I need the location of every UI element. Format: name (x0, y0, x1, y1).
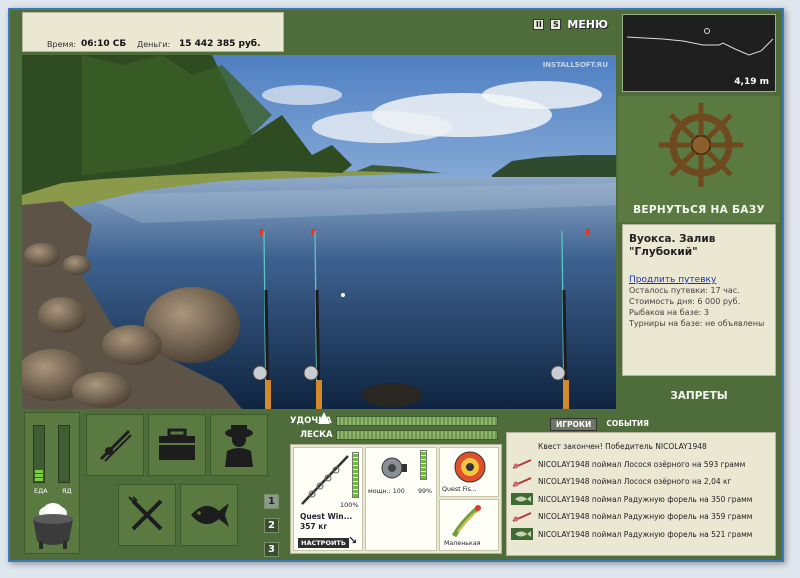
fishermen-count: Рыбаков на базе: 3 (629, 308, 709, 317)
lure-slot[interactable]: Quest Fis... (439, 447, 499, 497)
location-info-panel: Вуокса. Залив "Глубокий" Продлить путевк… (622, 224, 776, 376)
list-item: NICOLAY1948 поймал Лосося озёрного на 59… (511, 457, 771, 472)
money-label: Деньги: (137, 40, 171, 49)
event-text: NICOLAY1948 поймал Радужную форель на 35… (538, 494, 753, 504)
fish-tile[interactable] (180, 484, 238, 546)
reel-condition-percent: 99% (418, 488, 432, 495)
log-tabs: ИГРОКИ СОБЫТИЯ (550, 418, 654, 431)
gear-panel: 100% Quest Win... 357 кг НАСТРОИТЬ ↘ мощ… (290, 444, 502, 554)
ship-wheel-icon (659, 103, 743, 187)
poison-meter (58, 425, 70, 483)
tournaments-status: Турниры на базе: не объявлены (629, 319, 765, 328)
watermark: INSTALLSOFT.RU (542, 61, 608, 69)
event-text: NICOLAY1948 поймал Радужную форель на 52… (538, 529, 753, 539)
event-log: Квест закончен! Победитель NICOLAY1948 N… (506, 432, 776, 556)
tab-events[interactable]: СОБЫТИЯ (601, 418, 654, 431)
rod-slot-1-button[interactable]: 1 (264, 494, 279, 509)
money-value: 15 442 385 руб. (179, 39, 261, 49)
lake-scene-image (22, 55, 616, 409)
rod-weight: 357 кг (300, 522, 328, 531)
event-text: NICOLAY1948 поймал Радужную форель на 35… (538, 512, 753, 522)
rod-tension-marker (318, 412, 330, 424)
rod-image-icon (301, 455, 349, 505)
menu-button[interactable]: МЕНЮ (567, 18, 608, 31)
needs-meters: ЕДА ЯД (24, 412, 80, 554)
food-label: ЕДА (34, 487, 48, 495)
time-value: 06:10 СБ (81, 39, 127, 49)
depth-value: 4,19 m (734, 77, 769, 87)
rod-slot-2-button[interactable]: 2 (264, 518, 279, 533)
rod-slot[interactable]: 100% Quest Win... 357 кг НАСТРОИТЬ ↘ (293, 447, 363, 551)
status-bar: Время: 06:10 СБ Деньги: 15 442 385 руб. (22, 12, 284, 52)
arrow-down-right-icon: ↘ (348, 534, 358, 547)
rod-slot-3-button[interactable]: 3 (264, 542, 279, 557)
fish-catch-icon (511, 493, 533, 506)
day-cost: Стоимость дня: 6 000 руб. (629, 297, 741, 306)
rod-name: Quest Win... (300, 512, 353, 521)
setup-button[interactable]: НАСТРОИТЬ (298, 538, 349, 548)
rod-catch-icon (512, 511, 532, 522)
quest-icon (511, 441, 533, 453)
poison-label: ЯД (62, 487, 72, 495)
cauldron-icon[interactable] (29, 497, 77, 551)
fisherman-tile[interactable] (210, 414, 268, 476)
tackle-box-tile[interactable] (148, 414, 206, 476)
rods-icon (99, 429, 132, 462)
game-window: Время: 06:10 СБ Деньги: 15 442 385 руб. … (8, 8, 784, 562)
bait-icon (451, 505, 481, 538)
base-panel: ВЕРНУТЬСЯ НА БАЗУ (618, 96, 780, 222)
pause-button[interactable]: II (533, 19, 545, 30)
sound-button[interactable]: S (550, 19, 562, 30)
tab-players[interactable]: ИГРОКИ (550, 418, 598, 431)
fork-knife-icon (128, 496, 163, 531)
rod-condition-percent: 100% (340, 501, 359, 509)
reel-power: мощн.: 100 (368, 488, 405, 495)
lure-icon (454, 451, 486, 483)
list-item: NICOLAY1948 поймал Лосося озёрного на 2,… (511, 474, 771, 489)
list-item: NICOLAY1948 поймал Радужную форель на 35… (511, 509, 771, 524)
fish-catch-icon (511, 528, 533, 541)
line-tension-label: ЛЕСКА (300, 430, 333, 440)
bait-slot[interactable]: Маленькая (439, 499, 499, 551)
reel-slot[interactable]: мощн.: 100 99% (365, 447, 437, 551)
list-item: NICOLAY1948 поймал Радужную форель на 52… (511, 527, 771, 542)
list-item: Квест закончен! Победитель NICOLAY1948 (511, 439, 771, 454)
tackle-box-icon (159, 428, 195, 460)
top-toolbar: II S МЕНЮ (533, 18, 608, 31)
event-text: Квест закончен! Победитель NICOLAY1948 (538, 442, 707, 451)
bottom-panel: ЕДА ЯД 1 2 3 УДОЧКА ЛЕСКА 100% Quest Win… (22, 410, 776, 558)
rod-catch-icon (512, 459, 532, 470)
lure-name: Quest Fis... (442, 486, 477, 493)
food-meter (33, 425, 45, 483)
extend-permit-link[interactable]: Продлить путевку (629, 275, 769, 285)
event-text: NICOLAY1948 поймал Лосося озёрного на 2,… (538, 477, 732, 487)
rod-tension-bar (336, 416, 498, 426)
line-tension-bar (336, 430, 498, 440)
location-name-line1: Вуокса. Залив (629, 233, 716, 245)
reel-icon (381, 457, 407, 479)
back-to-base-button[interactable]: ВЕРНУТЬСЯ НА БАЗУ (618, 204, 780, 216)
food-tile[interactable] (118, 484, 176, 546)
list-item: NICOLAY1948 поймал Радужную форель на 35… (511, 492, 771, 507)
bans-button[interactable]: ЗАПРЕТЫ (618, 390, 780, 402)
bait-name: Маленькая (444, 540, 481, 547)
food-meter-fill (35, 470, 43, 481)
location-name-line2: "Глубокий" (629, 246, 698, 258)
fisherman-icon (225, 425, 253, 467)
fish-icon (191, 503, 229, 527)
time-label: Время: (47, 40, 77, 49)
rod-catch-icon (512, 476, 532, 487)
event-text: NICOLAY1948 поймал Лосося озёрного на 59… (538, 459, 746, 469)
reel-condition-bar (420, 450, 427, 480)
permit-remaining: Осталось путевки: 17 час. (629, 286, 740, 295)
rods-tile[interactable] (86, 414, 144, 476)
depth-sonar-panel: 4,19 m (622, 14, 776, 92)
fishing-scene[interactable]: INSTALLSOFT.RU (22, 55, 616, 409)
rod-condition-bar (352, 452, 359, 498)
